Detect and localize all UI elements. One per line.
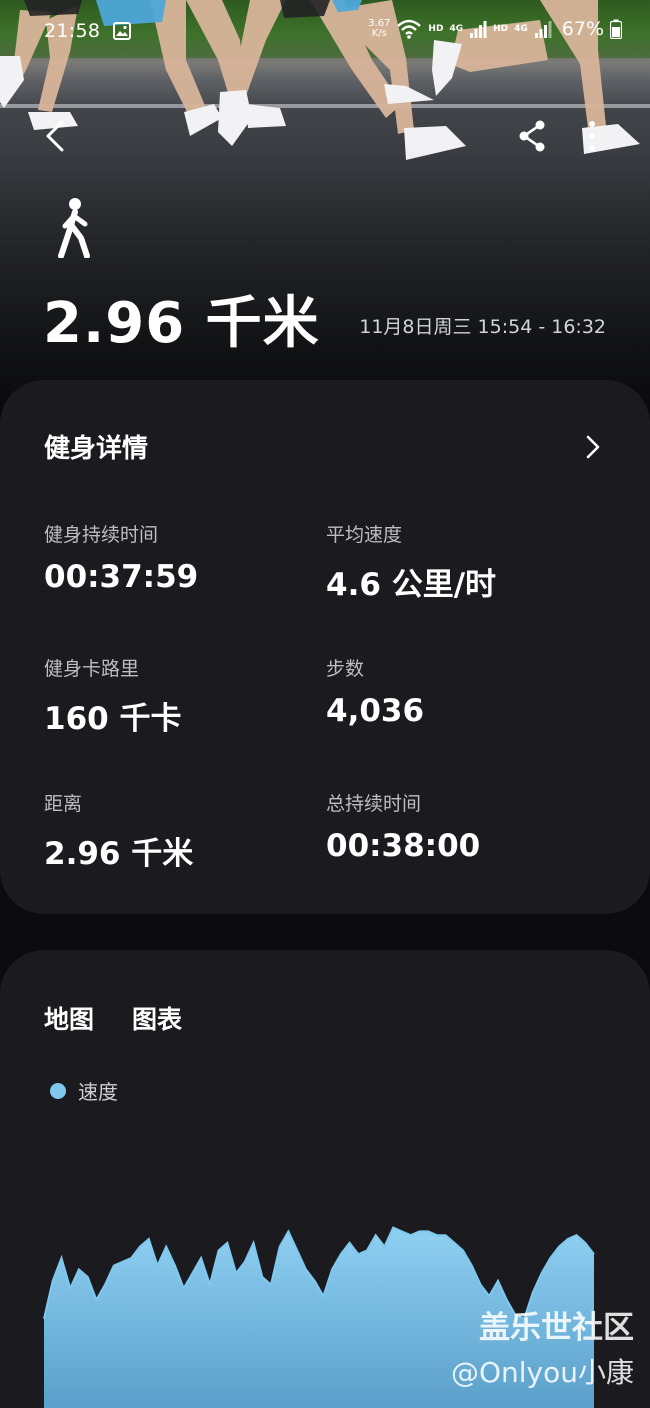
chevron-right-icon[interactable]	[582, 432, 604, 462]
stat-value: 2.96 千米	[44, 836, 194, 872]
more-icon[interactable]	[580, 118, 604, 154]
walk-icon	[58, 198, 90, 258]
watermark-line-2: @Onlyou小康	[450, 1356, 634, 1389]
share-icon[interactable]	[516, 118, 550, 154]
stat-label: 平均速度	[326, 524, 403, 546]
network-label-2: 4G	[514, 24, 528, 34]
stat-average-speed: 平均速度 4.6 公里/时	[326, 520, 586, 604]
workout-detail-screen: 21:58 3.67 K/s HD 4G HD 4G 67% 2.96 千米 1…	[0, 0, 650, 1408]
stat-label: 健身卡路里	[44, 658, 140, 680]
network-label-1: 4G	[449, 24, 464, 34]
distance-title: 2.96 千米	[43, 291, 320, 356]
stat-workout-duration: 健身持续时间 00:37:59	[44, 520, 304, 595]
hd-label-2: HD	[493, 24, 509, 34]
status-bar: 21:58 3.67 K/s HD 4G HD 4G 67%	[0, 18, 650, 48]
stat-value: 00:37:59	[44, 559, 199, 595]
stat-calories: 健身卡路里 160 千卡	[44, 654, 304, 738]
stat-value: 160 千卡	[44, 701, 182, 737]
stat-value: 4,036	[326, 693, 425, 729]
battery-percent: 67%	[561, 18, 604, 40]
stat-steps: 步数 4,036	[326, 654, 586, 729]
back-icon[interactable]	[38, 116, 74, 156]
stat-distance: 距离 2.96 千米	[44, 789, 304, 873]
stat-label: 步数	[326, 658, 365, 680]
details-card[interactable]: 健身详情 健身持续时间 00:37:59 平均速度 4.6 公里/时 健身卡路里…	[0, 380, 650, 914]
date-range: 11月8日周三 15:54 - 16:32	[359, 316, 606, 338]
status-right-group: 3.67 K/s HD 4G HD 4G 67%	[368, 18, 622, 40]
signal-icon-1	[470, 21, 487, 38]
stat-total-duration: 总持续时间 00:38:00	[326, 789, 586, 864]
stat-label: 距离	[44, 793, 83, 815]
gallery-notification-icon	[113, 22, 131, 40]
wifi-icon	[397, 19, 422, 39]
status-time: 21:58	[44, 20, 101, 42]
stat-label: 健身持续时间	[44, 524, 159, 546]
signal-icon-2	[534, 21, 552, 38]
stat-label: 总持续时间	[326, 793, 422, 815]
net-speed: 3.67 K/s	[368, 19, 390, 39]
watermark: 盖乐世社区 @Onlyou小康	[451, 1302, 634, 1391]
stat-value: 4.6 公里/时	[326, 567, 497, 603]
hero-photo: 21:58 3.67 K/s HD 4G HD 4G 67% 2.96 千米 1…	[0, 0, 650, 420]
details-title: 健身详情	[44, 434, 149, 464]
hd-label-1: HD	[428, 24, 444, 34]
watermark-line-1: 盖乐世社区	[479, 1310, 634, 1346]
net-speed-unit: K/s	[371, 28, 387, 39]
battery-icon	[610, 19, 622, 39]
stat-value: 00:38:00	[326, 828, 481, 864]
